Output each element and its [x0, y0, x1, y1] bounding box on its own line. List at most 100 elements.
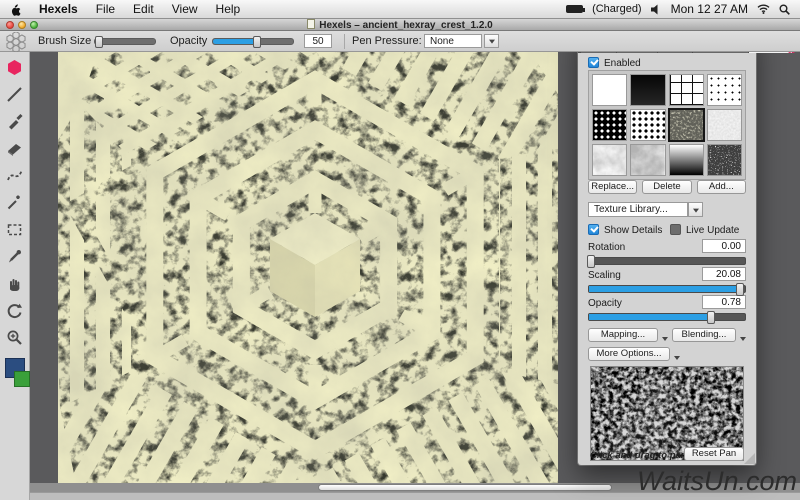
live-update-label: Live Update — [686, 225, 740, 236]
swatch-black[interactable] — [630, 74, 666, 106]
swatch-dots-dense[interactable] — [630, 109, 666, 141]
path-tool[interactable] — [4, 165, 26, 186]
menu-clock[interactable]: Mon 12 27 AM — [671, 2, 748, 16]
hexagon-icon — [8, 60, 21, 75]
hexel-brush-tool[interactable] — [4, 57, 26, 78]
eraser-tool[interactable] — [4, 138, 26, 159]
rotation-value-field[interactable]: 0.00 — [702, 239, 746, 253]
swatch-static-noise[interactable] — [706, 144, 742, 176]
hand-tool[interactable] — [4, 273, 26, 294]
apple-menu[interactable] — [0, 0, 30, 19]
texture-library-dropdown-button[interactable] — [688, 202, 703, 217]
chevron-down-icon — [692, 208, 699, 213]
brush-size-thumb[interactable] — [95, 36, 104, 48]
main-toolbar: Brush Size Opacity 50 Pen Pressure: None — [0, 31, 800, 52]
opacity-value-field[interactable]: 50 — [304, 34, 332, 48]
pan-hint-text: Click and drag to pan. — [590, 450, 690, 461]
swatch-clouds[interactable] — [630, 144, 666, 176]
marquee-select-tool[interactable] — [4, 219, 26, 240]
more-options-button[interactable]: More Options... — [588, 347, 670, 361]
rotate-tool[interactable] — [4, 300, 26, 321]
apple-icon — [11, 3, 21, 16]
magic-wand-tool[interactable] — [4, 192, 26, 213]
battery-icon[interactable] — [566, 5, 586, 13]
menu-edit[interactable]: Edit — [124, 0, 163, 19]
paint-brush-tool[interactable] — [4, 111, 26, 132]
rotation-label: Rotation — [588, 242, 626, 253]
document-icon — [307, 18, 316, 29]
pen-pressure-dropdown[interactable]: None — [424, 34, 482, 48]
replace-button[interactable]: Replace... — [588, 180, 638, 194]
wifi-icon[interactable] — [757, 4, 770, 14]
eyedropper-icon — [9, 250, 21, 263]
menu-help[interactable]: Help — [207, 0, 250, 19]
texture-opacity-value-field[interactable]: 0.78 — [702, 295, 746, 309]
canvas-artwork[interactable] — [58, 52, 558, 483]
swatch-white[interactable] — [592, 74, 628, 106]
menu-bar: Hexels File Edit View Help (Charged) Mon… — [0, 0, 800, 19]
menu-view[interactable]: View — [163, 0, 207, 19]
swatch-gradient-vertical[interactable] — [668, 144, 704, 176]
scaling-label: Scaling — [588, 270, 621, 281]
texture-opacity-thumb[interactable] — [706, 311, 715, 324]
brush-size-label: Brush Size — [38, 35, 92, 47]
hexels-logo-icon — [6, 32, 26, 52]
pen-pressure-label: Pen Pressure: — [352, 35, 422, 47]
blending-button[interactable]: Blending... — [672, 328, 736, 342]
hand-icon — [10, 279, 20, 291]
swatch-speckle-light[interactable] — [706, 109, 742, 141]
spotlight-icon[interactable] — [779, 4, 790, 15]
opacity-label: Opacity — [170, 35, 208, 47]
swatch-dots-sparse[interactable] — [706, 74, 742, 106]
chevron-down-icon — [662, 337, 668, 341]
opacity-slider[interactable] — [212, 36, 294, 48]
color-wells — [5, 358, 31, 392]
window-title-bar[interactable]: Hexels – ancient_hexray_crest_1.2.0 — [0, 18, 800, 31]
volume-icon[interactable] — [650, 4, 662, 15]
texture-library-dropdown[interactable]: Texture Library... — [588, 202, 688, 217]
texture-opacity-slider[interactable] — [588, 311, 746, 324]
show-details-label: Show Details — [604, 225, 663, 236]
live-update-checkbox[interactable] — [670, 224, 681, 235]
rotation-thumb[interactable] — [586, 255, 595, 268]
texture-swatch-grid — [588, 70, 746, 180]
opacity-thumb[interactable] — [253, 36, 261, 48]
horizontal-scrollbar-thumb[interactable] — [318, 484, 612, 491]
eraser-icon — [8, 144, 21, 156]
background-color-well[interactable] — [14, 371, 30, 387]
chevron-down-icon — [674, 356, 680, 360]
app-menu[interactable]: Hexels — [30, 0, 87, 19]
line-tool[interactable] — [4, 84, 26, 105]
tool-palette — [0, 52, 30, 500]
swatch-dots-inverted[interactable] — [592, 109, 628, 141]
delete-button[interactable]: Delete — [642, 180, 692, 194]
eyedropper-tool[interactable] — [4, 246, 26, 267]
swatch-grid[interactable] — [668, 74, 704, 106]
watermark-text: WaitsUn.com — [636, 466, 797, 496]
selection-rect-icon — [7, 224, 22, 236]
pen-pressure-dropdown-button[interactable] — [484, 34, 499, 48]
add-button[interactable]: Add... — [696, 180, 746, 194]
brush-size-slider[interactable] — [94, 36, 156, 48]
rotation-slider[interactable] — [586, 255, 746, 268]
texture-panel: Color Modes Glow Document Texture Enable… — [578, 28, 793, 465]
chevron-down-icon — [740, 337, 746, 341]
scaling-thumb[interactable] — [736, 283, 745, 296]
enabled-checkbox[interactable] — [588, 57, 599, 68]
mapping-button[interactable]: Mapping... — [588, 328, 658, 342]
reset-pan-button[interactable]: Reset Pan — [684, 447, 744, 461]
swatch-marble[interactable] — [592, 144, 628, 176]
curve-path-icon — [7, 170, 23, 181]
swatch-noise[interactable] — [667, 108, 705, 142]
scaling-slider[interactable] — [588, 283, 746, 296]
panel-resize-grip[interactable] — [744, 453, 755, 464]
scaling-value-field[interactable]: 20.08 — [702, 267, 746, 281]
zoom-tool[interactable] — [4, 327, 26, 348]
enabled-label: Enabled — [604, 58, 641, 69]
battery-status: (Charged) — [592, 3, 642, 15]
show-details-checkbox[interactable] — [588, 224, 599, 235]
magic-wand-icon — [7, 195, 20, 210]
brush-icon — [9, 113, 23, 130]
chevron-down-icon — [488, 39, 495, 44]
menu-file[interactable]: File — [87, 0, 124, 19]
